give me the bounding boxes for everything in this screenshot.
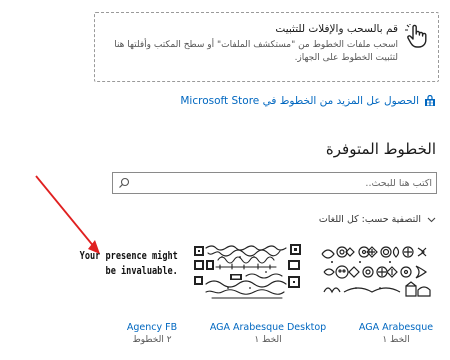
font-card-aga-arabesque[interactable]: AGA Arabesque الخط ١ (336, 322, 450, 346)
font-count: الخط ١ (382, 335, 410, 345)
font-card-agency-fb[interactable]: Agency FB ٢ الخطوط (92, 322, 212, 346)
store-link-label: الحصول عل المزيد من الخطوط في Microsoft … (180, 95, 419, 107)
font-name: AGA Arabesque Desktop (209, 322, 327, 333)
search-input[interactable] (133, 175, 432, 191)
font-count: ٢ الخطوط (132, 335, 172, 345)
search-icon[interactable] (118, 177, 130, 189)
language-filter[interactable]: التصفية حسب: كل اللغات (319, 214, 436, 225)
filter-label: التصفية حسب: كل اللغات (318, 214, 421, 225)
microsoft-store-link[interactable]: الحصول عل المزيد من الخطوط في Microsoft … (180, 95, 436, 107)
font-name: Agency FB (126, 322, 178, 333)
font-preview-aga-arabesque[interactable] (320, 240, 432, 302)
store-bag-icon (425, 95, 435, 106)
font-count: الخط ١ (254, 335, 282, 345)
search-box[interactable] (112, 172, 437, 194)
drop-zone-title: قم بالسحب والإفلات للتثبيت (275, 23, 398, 35)
font-name: AGA Arabesque (358, 322, 434, 333)
drop-zone-description: اسحب ملفات الخطوط من "مستكشف الملفات" أو… (114, 40, 398, 63)
font-card-aga-arabesque-desktop[interactable]: AGA Arabesque Desktop الخط ١ (208, 322, 328, 346)
section-title: الخطوط المتوفرة (325, 140, 436, 158)
hand-pointer-icon (405, 24, 427, 48)
preview-sample-text: Your presence might be invaluable. (79, 249, 178, 277)
font-preview-aga-arabesque-desktop[interactable] (192, 240, 304, 302)
drop-zone[interactable]: قم بالسحب والإفلات للتثبيت اسحب ملفات ال… (94, 12, 439, 82)
font-preview-agency-fb[interactable]: Your presence might be invaluable. (66, 240, 178, 302)
chevron-down-icon (427, 217, 436, 223)
